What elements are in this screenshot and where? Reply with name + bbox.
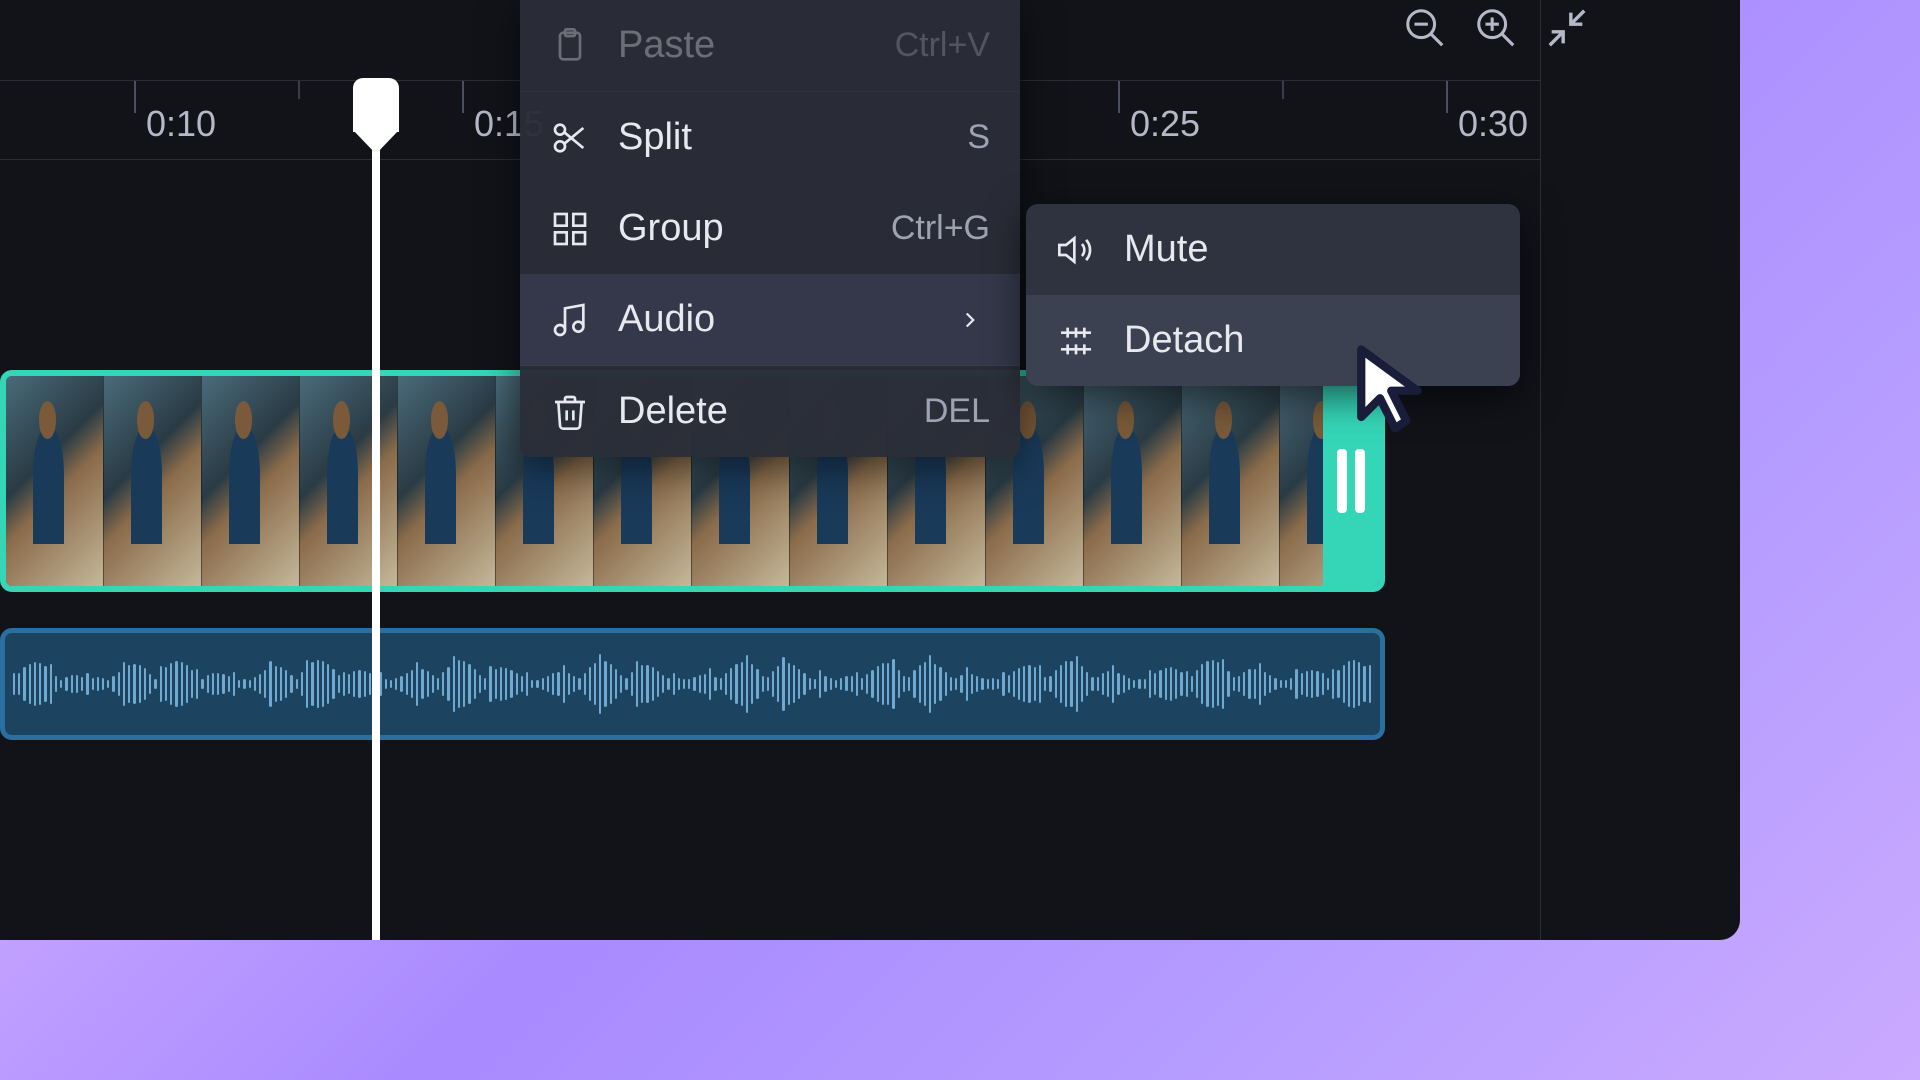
menu-label: Audio — [618, 298, 715, 341]
menu-shortcut: DEL — [924, 392, 990, 431]
panel-divider — [1540, 0, 1541, 940]
menu-shortcut: Ctrl+G — [891, 209, 990, 248]
menu-item-split[interactable]: Split S — [520, 92, 1020, 183]
context-menu: Paste Ctrl+V Split S Group Ctrl+G Audio … — [520, 0, 1020, 457]
menu-item-delete[interactable]: Delete DEL — [520, 365, 1020, 457]
tick-label: 0:10 — [134, 81, 216, 145]
collapse-icon[interactable] — [1544, 5, 1590, 56]
tick-label: 0:30 — [1446, 81, 1528, 145]
submenu-item-mute[interactable]: Mute — [1026, 204, 1520, 295]
menu-shortcut: Ctrl+V — [895, 26, 990, 65]
zoom-in-icon[interactable] — [1473, 5, 1519, 56]
chevron-right-icon — [950, 307, 990, 333]
menu-label: Delete — [618, 390, 728, 433]
timeline-toolbar — [1402, 5, 1590, 56]
menu-item-audio[interactable]: Audio — [520, 274, 1020, 365]
menu-shortcut: S — [967, 118, 990, 157]
playhead-line[interactable] — [372, 78, 380, 940]
zoom-out-icon[interactable] — [1402, 5, 1448, 56]
audio-clip[interactable] — [0, 628, 1385, 740]
audio-submenu: Mute Detach — [1026, 204, 1520, 386]
cursor-icon — [1350, 342, 1440, 437]
menu-label: Split — [618, 116, 692, 159]
tick-label: 0:25 — [1118, 81, 1200, 145]
editor-window: 0:10 0:15 0:25 0:30 Paste Ctrl+V — [0, 0, 1740, 940]
menu-label: Group — [618, 207, 724, 250]
submenu-item-detach[interactable]: Detach — [1026, 295, 1520, 386]
submenu-label: Detach — [1124, 319, 1244, 362]
submenu-label: Mute — [1124, 228, 1208, 271]
menu-label: Paste — [618, 24, 715, 67]
waveform — [13, 648, 1372, 719]
menu-item-paste[interactable]: Paste Ctrl+V — [520, 0, 1020, 92]
playhead-handle[interactable] — [353, 78, 399, 132]
menu-item-group[interactable]: Group Ctrl+G — [520, 183, 1020, 274]
